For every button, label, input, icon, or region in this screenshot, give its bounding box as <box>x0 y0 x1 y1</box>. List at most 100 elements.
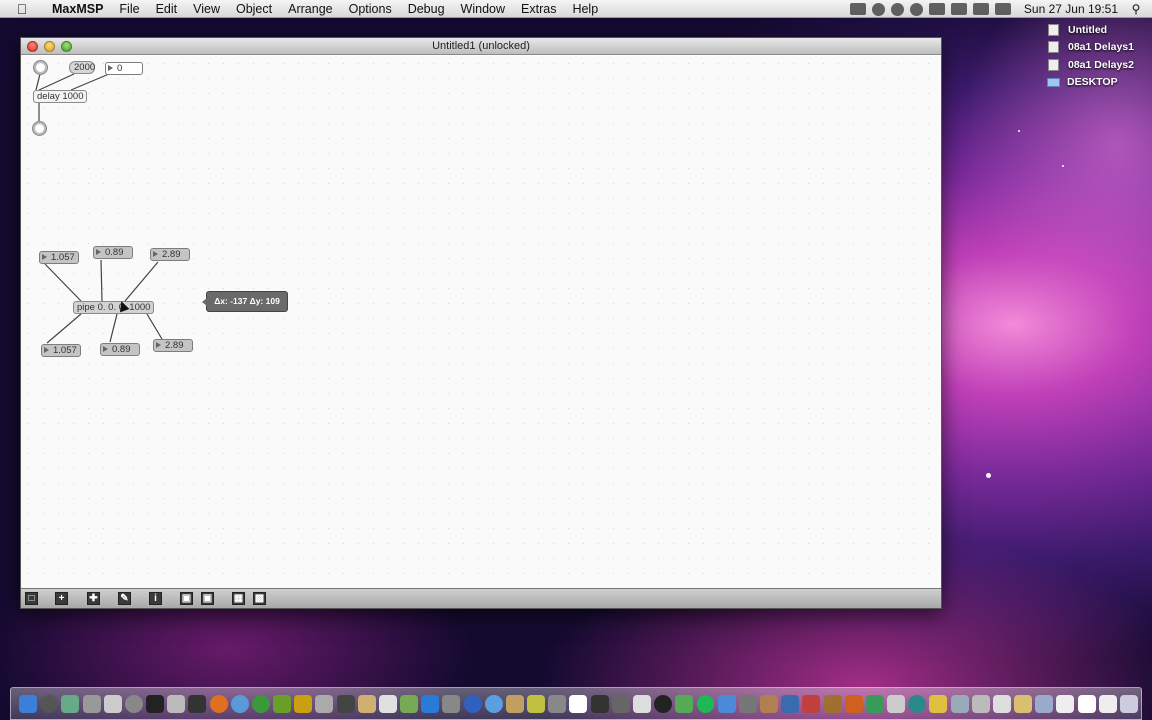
input-number-2[interactable]: 0.89 <box>93 246 133 259</box>
document-icon[interactable] <box>1098 694 1117 713</box>
bang-output[interactable] <box>33 122 46 135</box>
window-titlebar[interactable]: Untitled1 (unlocked) <box>21 38 941 55</box>
app-icon[interactable] <box>844 694 863 713</box>
menu-help[interactable]: Help <box>564 2 606 16</box>
app-icon[interactable] <box>823 694 842 713</box>
app-icon[interactable] <box>1014 694 1033 713</box>
input-number-1[interactable]: 1.057 <box>39 251 79 264</box>
app-icon[interactable] <box>654 694 673 713</box>
app-icon[interactable] <box>802 694 821 713</box>
menu-file[interactable]: File <box>111 2 147 16</box>
app-icon[interactable] <box>188 694 207 713</box>
input-number-3[interactable]: 2.89 <box>150 248 190 261</box>
desktop-item-desktop-folder[interactable]: DESKTOP <box>1046 74 1134 92</box>
menu-arrange[interactable]: Arrange <box>280 2 340 16</box>
desktop-item-delays2[interactable]: 08a1 Delays2 <box>1046 56 1134 74</box>
app-icon[interactable] <box>632 694 651 713</box>
terminal-icon[interactable] <box>146 694 165 713</box>
desktop-item-delays1[interactable]: 08a1 Delays1 <box>1046 39 1134 57</box>
output-number-1[interactable]: 1.057 <box>41 344 81 357</box>
trash-icon[interactable] <box>1119 694 1138 713</box>
menu-debug[interactable]: Debug <box>400 2 453 16</box>
close-button[interactable] <box>27 41 38 52</box>
message-box-2000[interactable]: 2000 <box>69 61 95 74</box>
app-icon[interactable] <box>611 694 630 713</box>
app-icon[interactable] <box>760 694 778 713</box>
fireworks-icon[interactable] <box>294 694 313 713</box>
bring-front-icon[interactable]: ▣ <box>180 592 193 605</box>
app-icon[interactable] <box>717 694 736 713</box>
app-icon[interactable] <box>315 694 334 713</box>
app-icon[interactable] <box>167 694 186 713</box>
firefox-icon[interactable] <box>209 694 228 713</box>
menu-app-name[interactable]: MaxMSP <box>44 2 111 16</box>
app-icon[interactable] <box>463 694 482 713</box>
spotlight-search-icon[interactable]: ⚲ <box>1126 2 1146 16</box>
app-icon[interactable] <box>908 694 927 713</box>
delay-object[interactable]: delay 1000 <box>33 90 87 103</box>
lock-icon[interactable]: □ <box>25 592 38 605</box>
chrome-icon[interactable] <box>251 694 270 713</box>
app-icon[interactable] <box>421 694 440 713</box>
app-icon[interactable] <box>950 694 969 713</box>
app-icon[interactable] <box>336 694 355 713</box>
camera-icon[interactable] <box>849 3 866 15</box>
app-icon[interactable] <box>887 694 906 713</box>
app-icon[interactable] <box>675 694 694 713</box>
snap-icon[interactable]: ▩ <box>253 592 266 605</box>
safari-icon[interactable] <box>230 694 249 713</box>
app-icon[interactable] <box>442 694 461 713</box>
app-icon[interactable] <box>929 694 948 713</box>
folder-icon[interactable] <box>1035 694 1054 713</box>
grid-icon[interactable]: ▦ <box>232 592 245 605</box>
spotify-icon[interactable] <box>696 694 715 713</box>
time-machine-icon[interactable] <box>890 2 904 16</box>
info-icon[interactable]: i <box>149 592 162 605</box>
app-icon[interactable] <box>590 694 609 713</box>
send-back-icon[interactable]: ▣ <box>201 592 214 605</box>
calendar-icon[interactable] <box>378 694 397 713</box>
pipe-object[interactable]: pipe 0. 0. 0. 1000 <box>73 301 154 314</box>
apple-menu-icon[interactable]:  <box>14 1 30 17</box>
network-icon[interactable] <box>871 2 885 16</box>
menu-window[interactable]: Window <box>453 2 513 16</box>
app-icon[interactable] <box>781 694 800 713</box>
number-box-zero[interactable]: 0 <box>105 62 143 75</box>
minimize-button[interactable] <box>44 41 55 52</box>
output-number-3[interactable]: 2.89 <box>153 339 193 352</box>
app-icon[interactable] <box>865 694 884 713</box>
menu-edit[interactable]: Edit <box>148 2 186 16</box>
patcher-canvas[interactable]: 2000 0 delay 1000 1.057 0.89 2.89 pipe 0… <box>21 56 941 590</box>
app-icon[interactable] <box>61 694 80 713</box>
app-icon[interactable] <box>103 694 122 713</box>
desktop-item-untitled[interactable]: Untitled <box>1046 21 1134 39</box>
volume-icon[interactable] <box>950 3 967 15</box>
battery-icon[interactable] <box>994 3 1011 15</box>
wifi-icon[interactable] <box>972 3 989 15</box>
document-icon[interactable] <box>1077 694 1096 713</box>
app-icon[interactable] <box>400 694 419 713</box>
app-icon[interactable] <box>527 694 546 713</box>
app-icon[interactable] <box>548 694 567 713</box>
finder-icon[interactable] <box>19 694 37 713</box>
app-icon[interactable] <box>505 694 524 713</box>
menu-extras[interactable]: Extras <box>513 2 564 16</box>
system-preferences-icon[interactable] <box>40 694 59 713</box>
app-icon[interactable] <box>569 694 588 713</box>
app-icon[interactable] <box>738 694 757 713</box>
app-icon[interactable] <box>124 694 143 713</box>
zoom-button[interactable] <box>61 41 72 52</box>
add-icon[interactable]: + <box>55 592 68 605</box>
menu-clock[interactable]: Sun 27 Jun 19:51 <box>1024 2 1118 16</box>
menu-options[interactable]: Options <box>341 2 400 16</box>
menu-object[interactable]: Object <box>228 2 280 16</box>
document-icon[interactable] <box>1056 694 1075 713</box>
display-icon[interactable] <box>928 3 945 15</box>
app-icon[interactable] <box>992 694 1011 713</box>
sync-icon[interactable] <box>909 2 923 16</box>
app-icon[interactable] <box>357 694 376 713</box>
edit-icon[interactable]: ✎ <box>118 592 131 605</box>
menu-view[interactable]: View <box>185 2 228 16</box>
app-icon[interactable] <box>82 694 101 713</box>
app-icon[interactable] <box>484 694 503 713</box>
